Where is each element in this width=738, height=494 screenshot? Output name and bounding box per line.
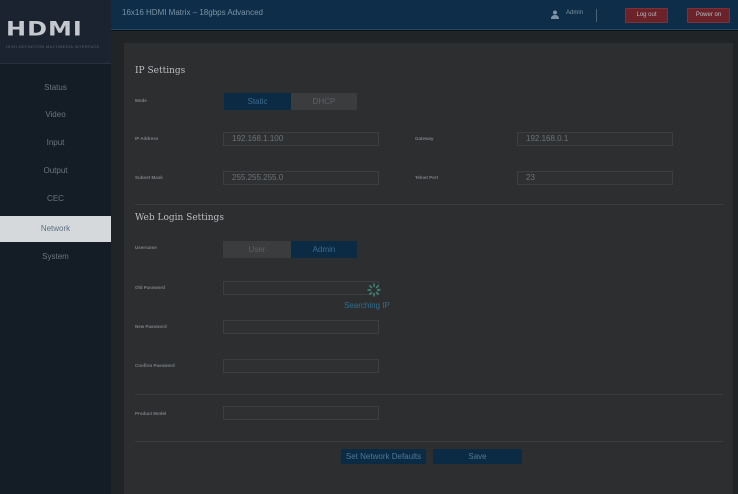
new-password-label: New Password xyxy=(135,324,167,329)
telnet-port-input[interactable]: 23 xyxy=(517,171,673,185)
sidebar-item-cec[interactable]: CEC xyxy=(0,186,111,212)
mode-static-button[interactable]: Static xyxy=(224,93,291,110)
user-icon xyxy=(551,10,559,19)
sidebar: HDMI HIGH-DEFINITION MULTIMEDIA INTERFAC… xyxy=(0,0,111,494)
old-password-input[interactable] xyxy=(223,281,379,295)
new-password-input[interactable] xyxy=(223,320,379,334)
sidebar-item-network[interactable]: Network xyxy=(0,216,111,242)
ip-address-input[interactable]: 192.168.1.100 xyxy=(223,132,379,146)
save-button[interactable]: Save xyxy=(433,449,522,464)
main-content: IP Settings Mode Static DHCP IP Address … xyxy=(111,31,738,494)
product-model-input[interactable] xyxy=(223,406,379,420)
confirm-password-input[interactable] xyxy=(223,359,379,373)
old-password-label: Old Password xyxy=(135,285,166,290)
confirm-password-label: Confirm Password xyxy=(135,363,175,368)
sidebar-item-output[interactable]: Output xyxy=(0,158,111,184)
subnet-mask-input[interactable]: 255.255.255.0 xyxy=(223,171,379,185)
web-login-title: Web Login Settings xyxy=(135,213,224,223)
logo-text: HDMI xyxy=(6,18,83,41)
divider xyxy=(596,9,597,22)
username-label: Username xyxy=(135,245,157,250)
power-on-button[interactable]: Power on xyxy=(687,8,730,23)
mode-label: Mode xyxy=(135,98,147,103)
gateway-label: Gateway xyxy=(415,136,434,141)
app-title: 16x16 HDMI Matrix – 18gbps Advanced xyxy=(122,8,263,17)
logo: HDMI HIGH-DEFINITION MULTIMEDIA INTERFAC… xyxy=(0,0,111,64)
subnet-mask-label: Subnet Mask xyxy=(135,175,163,180)
current-user: Admin xyxy=(566,10,584,16)
mode-dhcp-button[interactable]: DHCP xyxy=(291,93,357,110)
sidebar-item-status[interactable]: Status xyxy=(0,75,111,101)
product-model-label: Product Model xyxy=(135,411,167,416)
top-bar: 16x16 HDMI Matrix – 18gbps Advanced Admi… xyxy=(111,0,738,30)
telnet-port-label: Telnet Port xyxy=(415,175,439,180)
username-admin-button[interactable]: Admin xyxy=(291,241,357,258)
section-divider xyxy=(135,394,723,395)
gateway-input[interactable]: 192.168.0.1 xyxy=(517,132,673,146)
ip-address-label: IP Address xyxy=(135,136,159,141)
logo-tagline: HIGH-DEFINITION MULTIMEDIA INTERFACE xyxy=(6,44,100,49)
sidebar-item-system[interactable]: System xyxy=(0,244,111,270)
logout-button[interactable]: Log out xyxy=(625,8,668,23)
section-divider xyxy=(135,204,723,205)
spinner-icon xyxy=(367,283,381,297)
username-user-button[interactable]: User xyxy=(223,241,291,258)
set-network-defaults-button[interactable]: Set Network Defaults xyxy=(341,449,426,464)
sidebar-item-input[interactable]: Input xyxy=(0,130,111,156)
section-divider xyxy=(135,441,723,442)
network-panel: IP Settings Mode Static DHCP IP Address … xyxy=(124,43,733,494)
loading-text: Searching IP xyxy=(344,301,390,310)
sidebar-item-video[interactable]: Video xyxy=(0,102,111,128)
ip-settings-title: IP Settings xyxy=(135,66,186,76)
